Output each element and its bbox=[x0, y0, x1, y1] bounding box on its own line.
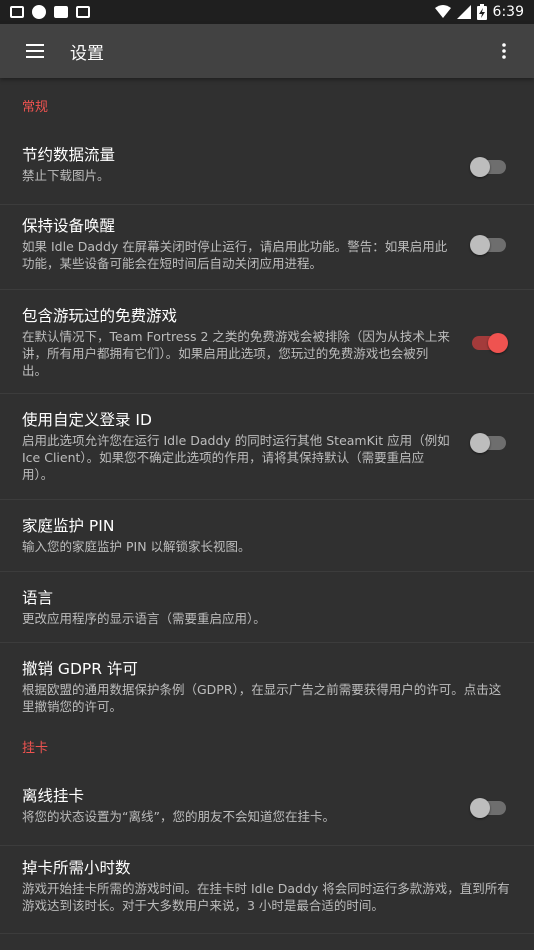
message-icon bbox=[54, 6, 68, 18]
pref-title: 使用自定义登录 ID bbox=[22, 411, 152, 429]
pref-summary: 输入您的家庭监护 PIN 以解锁家长视图。 bbox=[22, 539, 251, 554]
section-header-general: 常规 bbox=[22, 100, 49, 115]
more-options-button[interactable] bbox=[492, 24, 516, 78]
pref-custom-login-id[interactable]: 使用自定义登录 ID 启用此选项允许您在运行 Idle Daddy 的同时运行其… bbox=[0, 394, 534, 500]
pref-summary: 根据欧盟的通用数据保护条例（GDPR），在显示广告之前需要获得用户的许可。点击这… bbox=[22, 682, 502, 714]
system-icons: 6:39 bbox=[434, 4, 524, 20]
pref-title: 掉卡所需小时数 bbox=[22, 859, 131, 877]
switch-knob bbox=[470, 433, 490, 453]
pref-summary: 更改应用程序的显示语言（需要重启应用）。 bbox=[22, 611, 266, 626]
pref-title: 保持设备唤醒 bbox=[22, 217, 116, 235]
pref-summary: 启用此选项允许您在运行 Idle Daddy 的同时运行其他 SteamKit … bbox=[22, 433, 450, 482]
clock: 6:39 bbox=[492, 4, 524, 20]
battery-icon bbox=[476, 4, 487, 20]
pref-family-pin[interactable]: 家庭监护 PIN 输入您的家庭监护 PIN 以解锁家长视图。 bbox=[0, 500, 534, 572]
pref-title: 家庭监护 PIN bbox=[22, 517, 115, 535]
a-icon bbox=[76, 6, 90, 18]
pref-offline-idle[interactable]: 离线挂卡 将您的状态设置为“离线”，您的朋友不会知道您在挂卡。 bbox=[0, 771, 534, 846]
include-free-games-switch[interactable] bbox=[472, 333, 508, 353]
pref-include-free-games[interactable]: 包含游玩过的免费游戏 在默认情况下，Team Fortress 2 之类的免费游… bbox=[0, 290, 534, 394]
pref-title: 撤销 GDPR 许可 bbox=[22, 660, 138, 678]
app-bar: 设置 bbox=[0, 24, 534, 78]
section-header-idling: 挂卡 bbox=[22, 741, 49, 756]
voicemail-icon bbox=[10, 6, 24, 18]
pref-title: 节约数据流量 bbox=[22, 146, 116, 164]
keep-awake-switch[interactable] bbox=[470, 235, 506, 255]
pref-title: 离线挂卡 bbox=[22, 787, 85, 805]
offline-idle-switch[interactable] bbox=[470, 798, 506, 818]
cx-icon bbox=[32, 5, 46, 19]
pref-summary: 禁止下载图片。 bbox=[22, 168, 110, 183]
data-saver-switch[interactable] bbox=[470, 157, 506, 177]
switch-knob bbox=[470, 235, 490, 255]
notification-icons bbox=[10, 5, 90, 19]
pref-revoke-gdpr[interactable]: 撤销 GDPR 许可 根据欧盟的通用数据保护条例（GDPR），在显示广告之前需要… bbox=[0, 643, 534, 731]
menu-button[interactable] bbox=[0, 24, 70, 78]
pref-summary: 将您的状态设置为“离线”，您的朋友不会知道您在挂卡。 bbox=[22, 809, 335, 824]
settings-list: 常规 节约数据流量 禁止下载图片。 保持设备唤醒 如果 Idle Daddy 在… bbox=[0, 78, 534, 934]
pref-keep-awake[interactable]: 保持设备唤醒 如果 Idle Daddy 在屏幕关闭时停止运行，请启用此功能。警… bbox=[0, 205, 534, 290]
hamburger-icon bbox=[26, 44, 44, 58]
pref-hours-for-drops[interactable]: 掉卡所需小时数 游戏开始挂卡所需的游戏时间。在挂卡时 Idle Daddy 将会… bbox=[0, 846, 534, 934]
pref-summary: 如果 Idle Daddy 在屏幕关闭时停止运行，请启用此功能。警告：如果启用此… bbox=[22, 239, 448, 271]
pref-language[interactable]: 语言 更改应用程序的显示语言（需要重启应用）。 bbox=[0, 572, 534, 643]
signal-icon bbox=[456, 5, 471, 19]
pref-title: 包含游玩过的免费游戏 bbox=[22, 307, 178, 325]
switch-knob bbox=[488, 333, 508, 353]
more-vert-icon bbox=[502, 43, 506, 59]
pref-summary: 在默认情况下，Team Fortress 2 之类的免费游戏会被排除（因为从技术… bbox=[22, 329, 450, 378]
wifi-icon bbox=[434, 5, 451, 18]
page-title: 设置 bbox=[70, 43, 104, 64]
switch-knob bbox=[470, 798, 490, 818]
pref-data-saver[interactable]: 节约数据流量 禁止下载图片。 bbox=[0, 130, 534, 205]
status-bar: 6:39 bbox=[0, 0, 534, 24]
pref-summary: 游戏开始挂卡所需的游戏时间。在挂卡时 Idle Daddy 将会同时运行多款游戏… bbox=[22, 881, 510, 913]
switch-knob bbox=[470, 157, 490, 177]
pref-title: 语言 bbox=[22, 589, 54, 607]
custom-login-id-switch[interactable] bbox=[470, 433, 506, 453]
